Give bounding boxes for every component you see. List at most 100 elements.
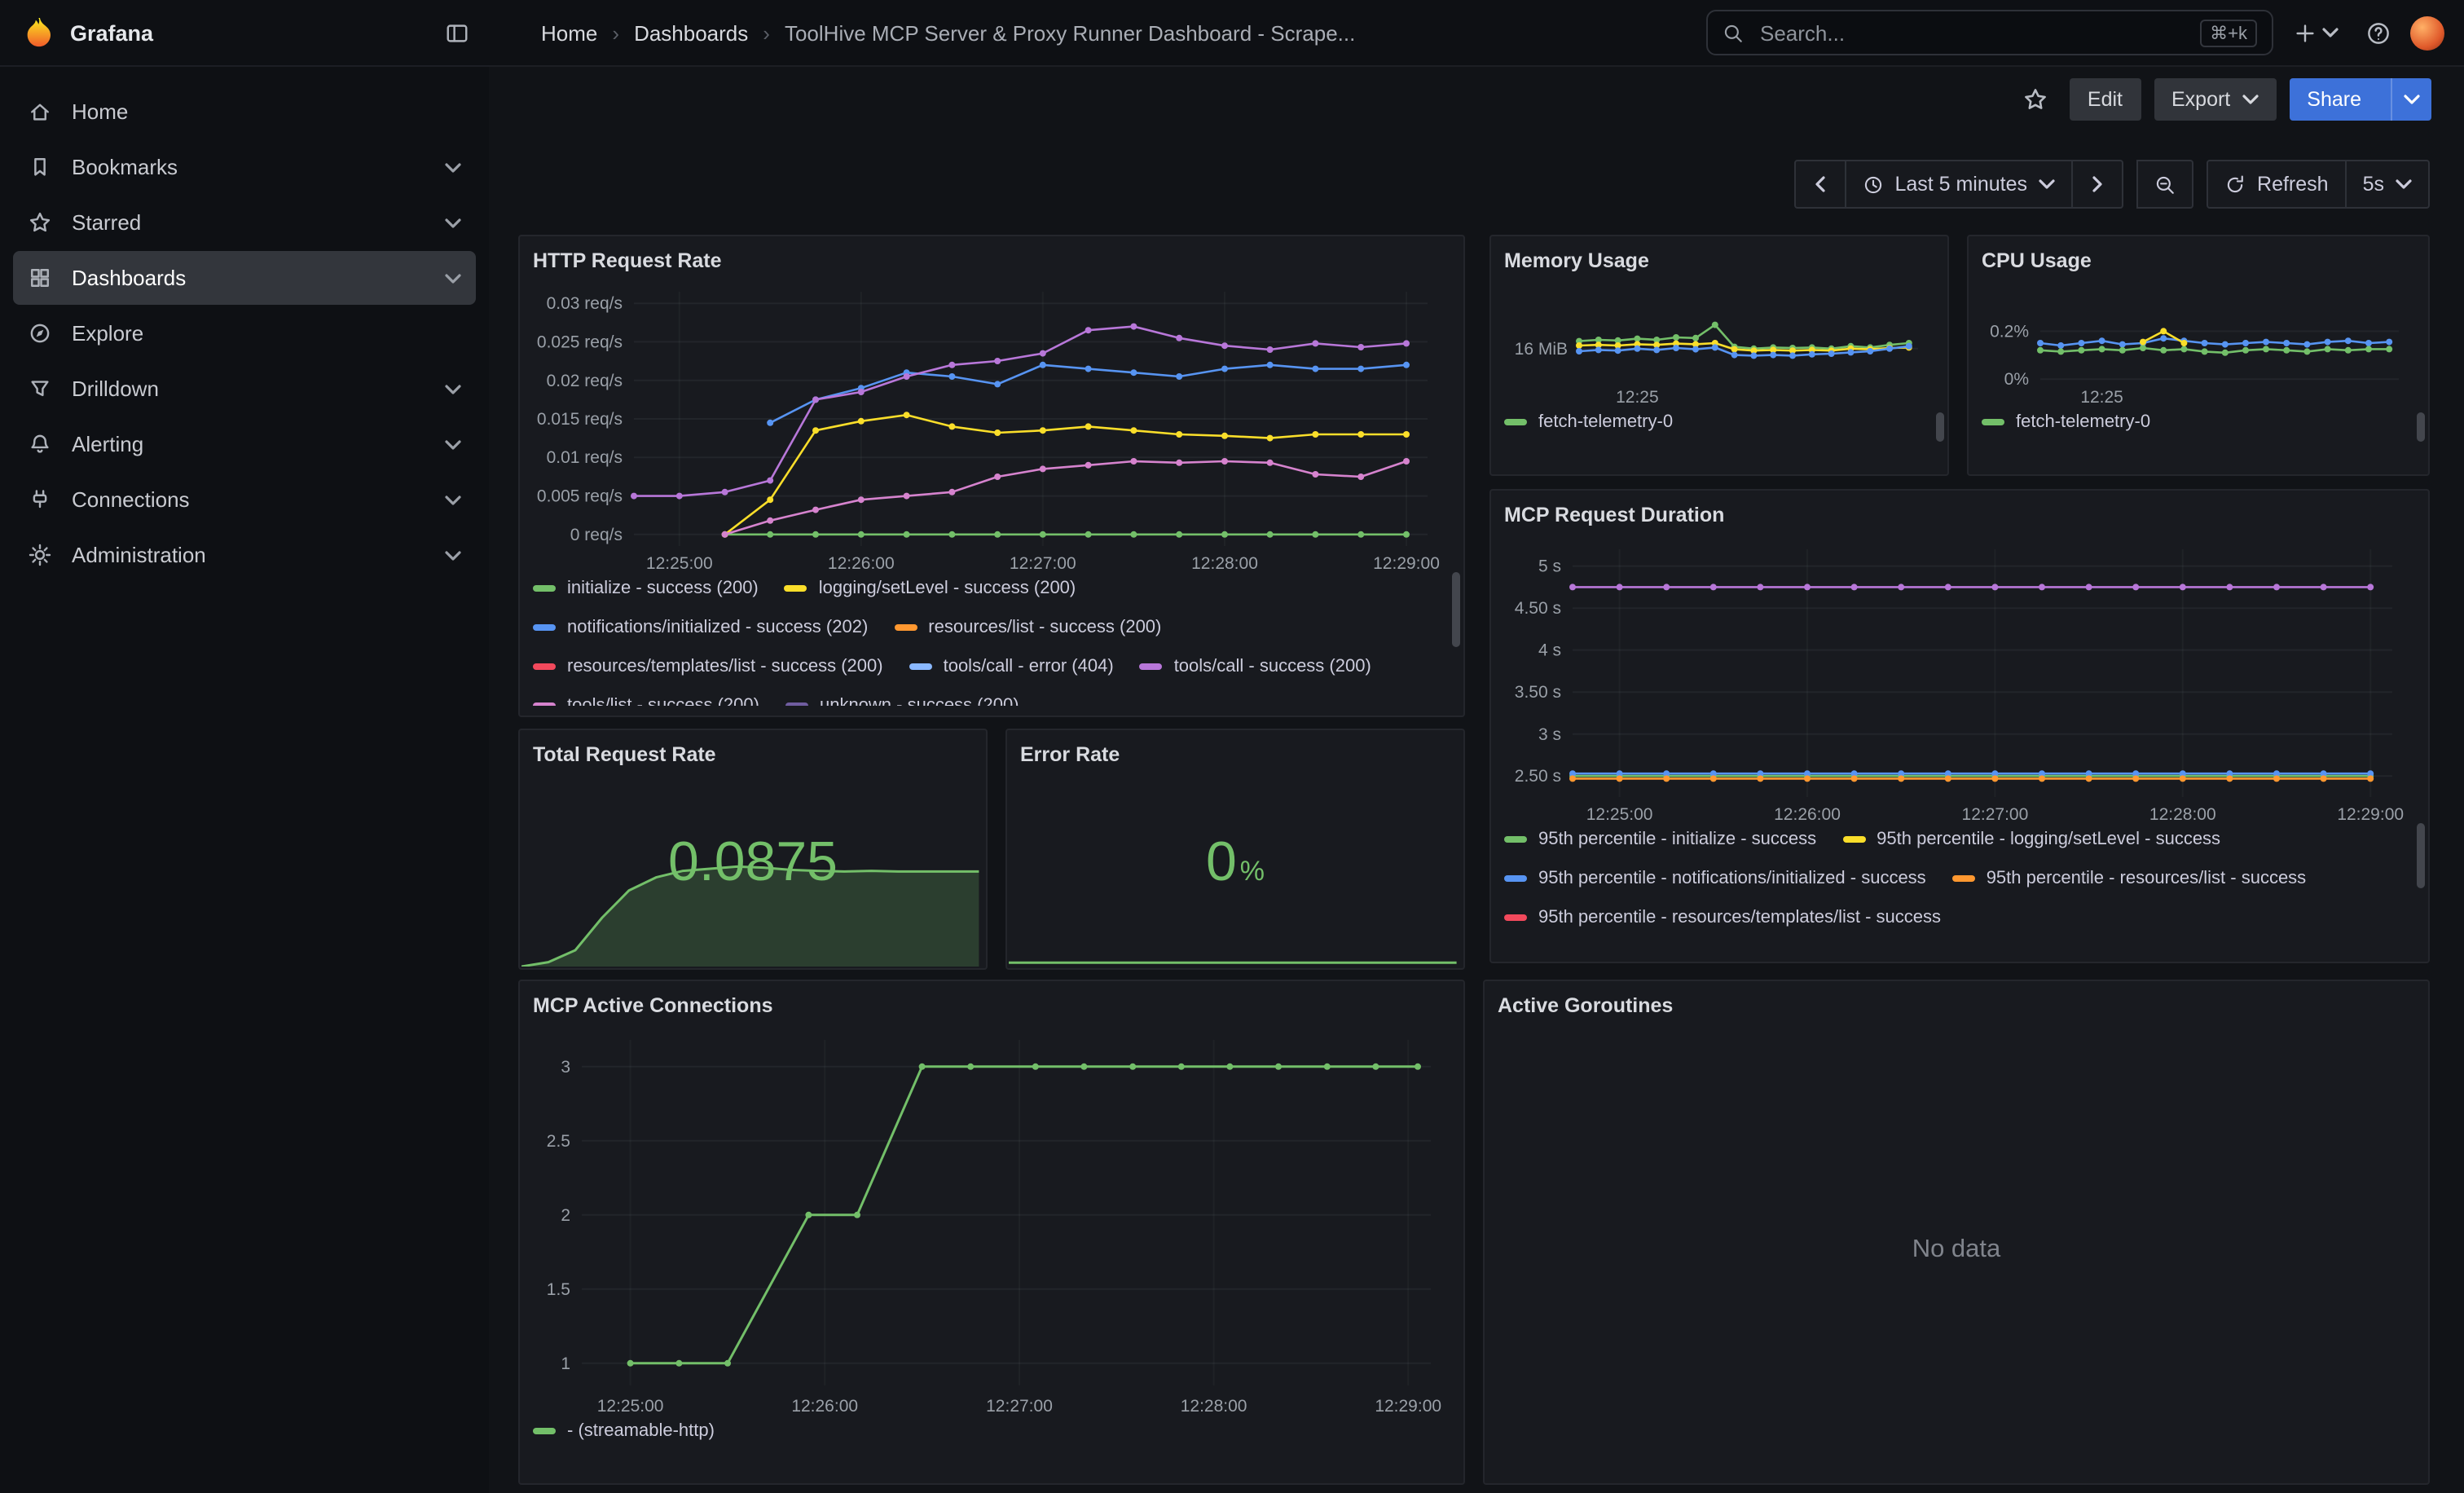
sidebar-item-label: Dashboards (72, 266, 427, 290)
panel-title[interactable]: Memory Usage (1504, 246, 1934, 282)
chevron-down-icon[interactable] (445, 439, 461, 449)
legend-scrollbar[interactable] (1452, 572, 1460, 647)
legend-item[interactable]: notifications/initialized - success (202… (533, 614, 868, 639)
mcp-request-duration-chart[interactable]: 2.50 s3 s3.50 s4 s4.50 s5 s12:25:0012:26… (1504, 536, 2415, 826)
chevron-down-icon[interactable] (445, 384, 461, 394)
legend-item[interactable]: resources/list - success (200) (894, 614, 1161, 639)
time-range-picker[interactable]: Last 5 minutes (1844, 160, 2073, 209)
sidebar-item-label: Explore (72, 321, 461, 346)
sidebar-item-alerting[interactable]: Alerting (13, 417, 476, 471)
sidebar-item-dashboards[interactable]: Dashboards (13, 251, 476, 305)
connections-legend: - (streamable-http) (533, 1418, 1450, 1473)
chevron-down-icon (2039, 179, 2055, 189)
legend-item[interactable]: initialize - success (200) (533, 575, 759, 600)
panel-title[interactable]: CPU Usage (1982, 246, 2415, 282)
svg-text:0.025 req/s: 0.025 req/s (537, 333, 623, 351)
legend-item[interactable]: - (streamable-http) (533, 1418, 715, 1442)
legend-item[interactable]: tools/call - error (404) (909, 654, 1114, 678)
bookmark-icon (28, 154, 54, 180)
help-icon[interactable] (2358, 10, 2399, 55)
legend-scrollbar[interactable] (2417, 412, 2425, 442)
panel-title[interactable]: MCP Active Connections (533, 991, 1450, 1027)
svg-text:12:28:00: 12:28:00 (1191, 554, 1258, 573)
sidebar-item-bookmarks[interactable]: Bookmarks (13, 140, 476, 194)
legend-item[interactable]: tools/call - success (200) (1140, 654, 1371, 678)
sidebar-item-label: Alerting (72, 432, 427, 456)
grafana-app: Grafana Home › Dashboards › ToolHive MCP… (0, 0, 2464, 1493)
zoom-out-button[interactable] (2136, 160, 2193, 209)
search-input[interactable] (1757, 19, 2187, 46)
svg-text:12:25:00: 12:25:00 (1586, 805, 1653, 824)
duration-legend: 95th percentile - initialize - success 95… (1504, 826, 2415, 952)
legend-item[interactable]: 95th percentile - logging/setLevel - suc… (1842, 826, 2220, 851)
breadcrumb-home[interactable]: Home (541, 20, 597, 45)
svg-text:12:25:00: 12:25:00 (646, 554, 713, 573)
search-shortcut: ⌘+k (2200, 19, 2257, 46)
legend-item[interactable]: 95th percentile - resources/templates/li… (1504, 905, 1941, 929)
user-avatar[interactable] (2410, 15, 2444, 50)
svg-text:4.50 s: 4.50 s (1515, 599, 1561, 618)
time-forward-button[interactable] (2071, 160, 2123, 209)
chevron-down-icon[interactable] (445, 495, 461, 504)
svg-text:12:27:00: 12:27:00 (986, 1397, 1053, 1416)
breadcrumb-separator: › (612, 20, 619, 45)
panel-title[interactable]: HTTP Request Rate (533, 246, 1450, 282)
svg-text:2.50 s: 2.50 s (1515, 767, 1561, 786)
sidebar-item-explore[interactable]: Explore (13, 306, 476, 360)
cpu-legend: fetch-telemetry-0 (1982, 409, 2415, 465)
sidebar-toggle-icon[interactable] (445, 20, 469, 45)
memory-usage-chart[interactable]: 16 MiB12:25 (1504, 282, 1934, 409)
sidebar-item-home[interactable]: Home (13, 85, 476, 139)
sidebar-item-connections[interactable]: Connections (13, 473, 476, 526)
svg-text:3 s: 3 s (1538, 725, 1561, 744)
add-new-button[interactable] (2285, 10, 2347, 55)
time-back-button[interactable] (1793, 160, 1846, 209)
panel-memory-usage: Memory Usage 16 MiB12:25 fetch-telemetry… (1489, 235, 1949, 476)
chevron-down-icon[interactable] (445, 273, 461, 283)
legend-scrollbar[interactable] (1936, 412, 1944, 442)
legend-item[interactable]: 95th percentile - notifications/initiali… (1504, 865, 1926, 890)
legend-item[interactable]: resources/templates/list - success (200) (533, 654, 883, 678)
legend-item[interactable]: unknown - success (200) (785, 693, 1019, 706)
brand-name: Grafana (70, 20, 153, 45)
http-request-rate-chart[interactable]: 0 req/s0.005 req/s0.01 req/s0.015 req/s0… (533, 282, 1450, 575)
chevron-down-icon (2404, 95, 2420, 104)
chevron-down-icon[interactable] (445, 162, 461, 172)
svg-text:2: 2 (561, 1206, 570, 1225)
breadcrumb-dashboards[interactable]: Dashboards (634, 20, 748, 45)
legend-item[interactable]: 95th percentile - initialize - success (1504, 826, 1816, 851)
panel-error-rate: Error Rate 0% (1005, 729, 1465, 970)
svg-text:12:26:00: 12:26:00 (1774, 805, 1841, 824)
refresh-interval-picker[interactable]: 5s (2345, 160, 2430, 209)
sidebar-item-starred[interactable]: Starred (13, 196, 476, 249)
svg-text:0%: 0% (2004, 370, 2029, 389)
legend-scrollbar[interactable] (2417, 823, 2425, 888)
sidebar-item-drilldown[interactable]: Drilldown (13, 362, 476, 416)
legend-item[interactable]: fetch-telemetry-0 (1982, 409, 2150, 434)
panel-title[interactable]: Active Goroutines (1498, 991, 2415, 1027)
cpu-usage-chart[interactable]: 0%0.2%12:25 (1982, 282, 2415, 409)
chevron-down-icon[interactable] (445, 550, 461, 560)
legend-item[interactable]: fetch-telemetry-0 (1504, 409, 1673, 434)
sidebar-item-administration[interactable]: Administration (13, 528, 476, 582)
sidebar-item-label: Drilldown (72, 377, 427, 401)
legend-item[interactable]: tools/list - success (200) (533, 693, 759, 706)
grafana-logo-icon[interactable] (23, 16, 55, 49)
clock-icon (1862, 174, 1883, 195)
legend-item[interactable]: logging/setLevel - success (200) (785, 575, 1076, 600)
legend-item[interactable]: 95th percentile - resources/list - succe… (1952, 865, 2307, 890)
search-box[interactable]: ⌘+k (1706, 10, 2273, 55)
export-button[interactable]: Export (2154, 78, 2276, 121)
connections-icon (28, 487, 54, 513)
chevron-down-icon[interactable] (445, 218, 461, 227)
edit-button[interactable]: Edit (2070, 78, 2141, 121)
sidebar-item-label: Starred (72, 210, 427, 235)
refresh-button[interactable]: Refresh (2207, 160, 2347, 209)
panel-title[interactable]: MCP Request Duration (1504, 500, 2415, 536)
share-button-caret[interactable] (2391, 78, 2431, 121)
star-dashboard-icon[interactable] (2014, 77, 2057, 122)
nav-right: ⌘+k (1706, 10, 2464, 55)
share-button-main[interactable]: Share (2289, 78, 2379, 121)
mcp-active-connections-chart[interactable]: 11.522.5312:25:0012:26:0012:27:0012:28:0… (533, 1027, 1450, 1418)
svg-text:3.50 s: 3.50 s (1515, 683, 1561, 702)
